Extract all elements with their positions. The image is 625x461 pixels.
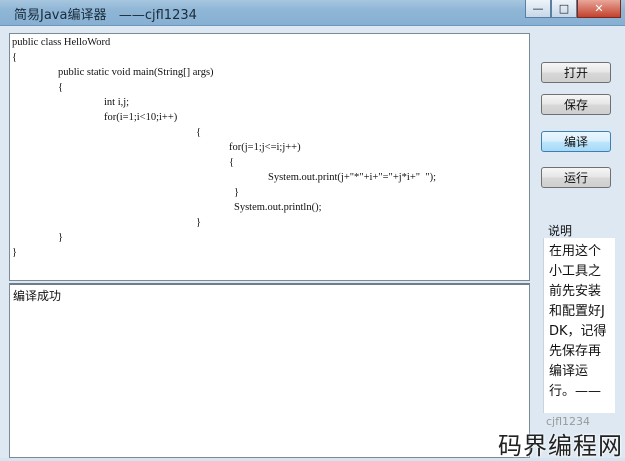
window-title: 简易Java编译器 ——cjfl1234 xyxy=(14,8,197,23)
output-message: 编译成功 xyxy=(13,289,62,303)
code-line: int i,j; xyxy=(104,97,130,108)
code-line: public class HelloWord xyxy=(12,37,111,48)
code-line: for(j=1;j<=i;j++) xyxy=(229,142,301,153)
code-line: public static void main(String[] args) xyxy=(58,67,214,78)
code-line: { xyxy=(229,157,235,168)
code-line: for(i=1;i<10;i++) xyxy=(104,112,178,123)
notes-panel: 在用这个小工具之前先安装和配置好JDK，记得先保存再编译运行。—— xyxy=(543,238,615,413)
code-line: System.out.println(); xyxy=(234,202,322,213)
open-button[interactable]: 打开 xyxy=(541,62,611,83)
code-editor[interactable]: public class HelloWord { public static v… xyxy=(9,33,530,281)
code-line: { xyxy=(58,82,64,93)
code-line: { xyxy=(12,52,18,63)
close-button[interactable]: ✕ xyxy=(577,0,621,18)
window-controls: — □ ✕ xyxy=(525,0,621,18)
code-line: } xyxy=(58,232,64,243)
save-button[interactable]: 保存 xyxy=(541,94,611,115)
compile-button[interactable]: 编译 xyxy=(541,131,611,152)
minimize-button[interactable]: — xyxy=(525,0,551,18)
site-watermark: 码界编程网 xyxy=(498,432,623,460)
code-line: } xyxy=(196,217,202,228)
notes-heading: 说明 xyxy=(548,224,573,238)
notes-text: 在用这个小工具之前先安装和配置好JDK，记得先保存再编译运行。—— xyxy=(549,244,607,399)
code-line: { xyxy=(196,127,202,138)
maximize-button[interactable]: □ xyxy=(551,0,577,18)
code-line: System.out.print(j+"*"+i+"="+j*i+" "); xyxy=(268,172,436,183)
output-console[interactable]: 编译成功 xyxy=(9,283,530,458)
code-line: } xyxy=(234,187,240,198)
title-bar: 简易Java编译器 ——cjfl1234 — □ ✕ xyxy=(0,0,625,26)
code-line: } xyxy=(12,247,18,258)
run-button[interactable]: 运行 xyxy=(541,167,611,188)
